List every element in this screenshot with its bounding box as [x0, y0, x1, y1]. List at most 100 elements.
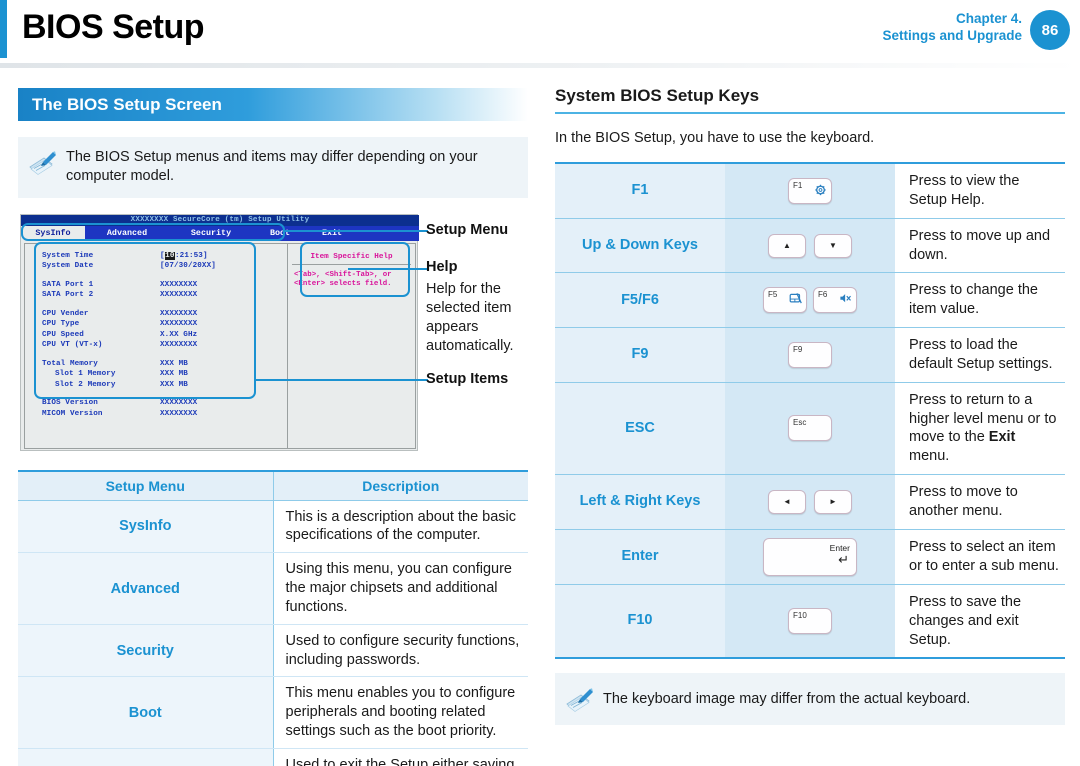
- keycap-f1[interactable]: F1: [788, 177, 832, 204]
- key-name-cell: F5/F6: [555, 272, 725, 329]
- bios-item-value: [07/30/20XX]: [160, 262, 216, 271]
- key-glyph: ▼: [829, 240, 837, 250]
- bios-item-row[interactable]: CPU Type XXXXXXXX: [42, 319, 287, 330]
- keycap-enter[interactable]: Enter ↵: [763, 537, 857, 576]
- bios-item-value: XXXXXXXX: [160, 341, 198, 350]
- key-description-cell: Press to view the Setup Help.: [895, 164, 1065, 219]
- menu-description-cell: This menu enables you to configure perip…: [273, 676, 528, 749]
- menu-name-cell: Exit: [18, 748, 274, 766]
- key-label: F6: [818, 290, 828, 300]
- key-image-cell: ▲ ▼: [725, 218, 895, 274]
- bios-item-row[interactable]: MICOM Version XXXXXXXX: [42, 409, 287, 420]
- menu-description-cell: This is a description about the basic sp…: [273, 500, 528, 554]
- header-divider: [0, 63, 1080, 68]
- bios-item-spacer: [42, 301, 287, 309]
- key-label: F10: [793, 611, 807, 621]
- key-image-cell: F10: [725, 584, 895, 660]
- bios-item-row[interactable]: SATA Port 1 XXXXXXXX: [42, 280, 287, 291]
- bios-item-row[interactable]: System Time [10:21:53]: [42, 251, 287, 262]
- keycap-arrow-down-icon[interactable]: ▼: [814, 233, 852, 258]
- note-box-keyboard-differ: The keyboard image may differ from the a…: [555, 673, 1065, 726]
- keycap-f9[interactable]: F9: [788, 341, 832, 368]
- callout-leader-setup-menu: [283, 229, 428, 232]
- chapter-name: Settings and Upgrade: [882, 28, 1022, 44]
- menu-description-cell: Used to configure security functions, in…: [273, 624, 528, 678]
- keycap-f5[interactable]: F5: [763, 287, 807, 314]
- key-name-cell: ESC: [555, 382, 725, 476]
- keycap-arrow-up-icon[interactable]: ▲: [768, 233, 806, 258]
- bios-tab-sysinfo[interactable]: SysInfo: [21, 225, 85, 241]
- right-column: System BIOS Setup Keys In the BIOS Setup…: [555, 86, 1065, 726]
- keycap-f6[interactable]: F6: [813, 287, 857, 314]
- bios-tab-boot[interactable]: Boot: [253, 226, 307, 241]
- keycap-arrow-left-icon[interactable]: ◄: [768, 489, 806, 514]
- bios-item-value: XXX MB: [160, 370, 188, 379]
- bios-item-label: CPU VT (VT-x): [42, 341, 103, 350]
- key-row: ESC Esc Press to return to a higher level …: [555, 382, 1065, 476]
- keycap-arrow-right-icon[interactable]: ►: [814, 489, 852, 514]
- bios-item-row[interactable]: CPU VT (VT-x) XXXXXXXX: [42, 340, 287, 351]
- left-column: The BIOS Setup Screen The BIOS Setup men…: [18, 88, 528, 766]
- bios-item-value: X.XX GHz: [160, 330, 198, 339]
- key-description-cell: Press to select an item or to enter a su…: [895, 529, 1065, 585]
- bios-screen: XXXXXXXX SecureCore (tm) Setup Utility S…: [20, 213, 419, 451]
- page-header: BIOS Setup Chapter 4. Settings and Upgra…: [0, 0, 1080, 63]
- callout-leader-help: [348, 267, 428, 270]
- bios-item-label: System Date: [42, 262, 94, 271]
- bios-item-label: BIOS Version: [42, 399, 98, 408]
- bios-item-label: Slot 2 Memory: [55, 380, 116, 389]
- bios-setup-keys-table: F1 F1 Press to view the Setup Help. Up & Do…: [555, 162, 1065, 660]
- bios-item-value: XXXXXXXX: [160, 409, 198, 418]
- help-gear-icon: [815, 184, 826, 196]
- key-image-cell: ◄ ►: [725, 474, 895, 530]
- callout-text-help-desc: Help for the selected item appears autom…: [426, 280, 514, 354]
- keycap-f10[interactable]: F10: [788, 608, 832, 635]
- bios-item-label: Slot 1 Memory: [55, 370, 116, 379]
- note-box-model-differ: The BIOS Setup menus and items may diffe…: [18, 137, 528, 198]
- bios-item-row[interactable]: Total Memory XXX MB: [42, 359, 287, 370]
- menu-name-cell: Boot: [18, 676, 274, 749]
- bios-tab-security[interactable]: Security: [169, 226, 253, 241]
- table-row: Security Used to configure security funct…: [18, 624, 528, 678]
- bios-item-value: XXXXXXXX: [160, 320, 198, 329]
- key-description-cell: Press to change the item value.: [895, 272, 1065, 329]
- menu-description-cell: Using this menu, you can configure the m…: [273, 552, 528, 625]
- callout-label-setup-menu: Setup Menu: [426, 221, 509, 238]
- bios-item-value: XXXXXXXX: [160, 309, 198, 318]
- key-row: Left & Right Keys ◄ ► Press to move to anot…: [555, 474, 1065, 530]
- key-image-cell: F9: [725, 327, 895, 383]
- bios-item-label: System Time: [42, 251, 94, 260]
- key-description-cell: Press to load the default Setup settings…: [895, 327, 1065, 383]
- section-title-setup-keys: System BIOS Setup Keys: [555, 86, 760, 105]
- chapter-number: Chapter 4.: [955, 11, 1022, 26]
- bios-item-row[interactable]: Slot 2 Memory XXX MB: [42, 380, 287, 391]
- key-row: Up & Down Keys ▲ ▼ Press to move up and dow…: [555, 218, 1065, 274]
- section-title-underline: [555, 112, 1065, 114]
- bios-menu-bar: SysInfo Advanced Security Boot Exit: [21, 225, 419, 241]
- notepad-pencil-icon: [28, 150, 58, 176]
- intro-text: In the BIOS Setup, you have to use the k…: [555, 130, 875, 146]
- bios-screen-diagram: XXXXXXXX SecureCore (tm) Setup Utility S…: [18, 208, 528, 458]
- bios-tab-exit[interactable]: Exit: [307, 226, 357, 241]
- callout-label-help: Help: [426, 258, 458, 275]
- bios-item-row[interactable]: CPU Vender XXXXXXXX: [42, 309, 287, 320]
- key-row: F9 F9 Press to load the default Setup sett…: [555, 327, 1065, 383]
- menu-description-cell: Used to exit the Setup either saving the…: [273, 748, 528, 766]
- bios-item-row[interactable]: BIOS Version XXXXXXXX: [42, 398, 287, 409]
- speaker-mute-icon: [840, 294, 851, 303]
- key-name-cell: Left & Right Keys: [555, 474, 725, 530]
- bios-item-label: MICOM Version: [42, 409, 103, 418]
- key-glyph: ◄: [783, 496, 791, 506]
- bios-item-row[interactable]: CPU Speed X.XX GHz: [42, 330, 287, 341]
- key-glyph: ►: [829, 496, 837, 506]
- key-image-cell: Enter ↵: [725, 529, 895, 585]
- bios-item-row[interactable]: Slot 1 Memory XXX MB: [42, 369, 287, 380]
- bios-item-row[interactable]: SATA Port 2 XXXXXXXX: [42, 290, 287, 301]
- keycap-esc[interactable]: Esc: [788, 415, 832, 442]
- key-name-cell: Up & Down Keys: [555, 218, 725, 274]
- bios-tab-advanced[interactable]: Advanced: [85, 226, 169, 241]
- enter-key-icon: ↵: [838, 551, 849, 567]
- bios-item-row[interactable]: System Date [07/30/20XX]: [42, 261, 287, 272]
- key-row: F1 F1 Press to view the Setup Help.: [555, 164, 1065, 219]
- bios-help-pane: Item Specific Help <Tab>, <Shift-Tab>, o…: [287, 243, 415, 448]
